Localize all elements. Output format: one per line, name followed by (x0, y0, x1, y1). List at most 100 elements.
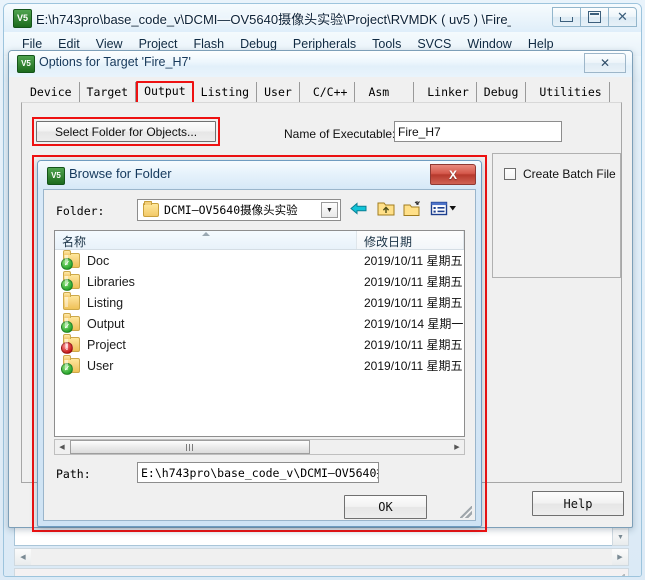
browse-resize-grip-icon (460, 506, 472, 518)
folder-icon: ✓ (61, 355, 80, 375)
table-row[interactable]: ! Project 2019/10/11 星期五 (55, 334, 464, 355)
tab-device[interactable]: Device (23, 82, 80, 103)
svn-conflict-badge-icon: ! (61, 342, 73, 354)
column-header-name[interactable]: 名称 (55, 231, 357, 249)
browse-dialog-titlebar: V5 Browse for Folder X (38, 161, 481, 189)
row-date-cell: 2019/10/11 星期五 (364, 338, 463, 352)
select-folder-for-objects-button[interactable]: Select Folder for Objects... (36, 121, 216, 142)
table-row[interactable]: ✓ Output 2019/10/14 星期一 (55, 313, 464, 334)
up-folder-icon[interactable] (376, 199, 396, 218)
back-arrow-icon[interactable] (349, 199, 369, 218)
chevron-down-icon[interactable]: ▼ (321, 202, 338, 218)
help-label: Help (563, 496, 593, 511)
browse-dialog-title: Browse for Folder (69, 166, 172, 181)
browse-nav-toolbar (349, 199, 458, 218)
listbox-horizontal-scrollbar[interactable]: ◀ ▶ (54, 439, 465, 455)
svn-modified-badge-icon: ✓ (61, 279, 73, 291)
browse-dialog-close-button[interactable]: X (430, 164, 476, 185)
output-options-group: Create Batch File (492, 153, 621, 278)
options-help-button[interactable]: Help (532, 491, 624, 516)
browse-dialog-body: Folder: DCMI—OV5640摄像头实验 ▼ 名称 修改日期 ✓ Doc… (43, 189, 476, 521)
scroll-left-icon[interactable]: ◀ (15, 549, 31, 565)
folder-label: Folder: (56, 204, 105, 218)
scroll-right-icon[interactable]: ▶ (450, 440, 464, 454)
table-row[interactable]: ✓ User 2019/10/11 星期五 (55, 355, 464, 376)
folder-combobox[interactable]: DCMI—OV5640摄像头实验 ▼ (137, 199, 341, 221)
folder-listbox[interactable]: 名称 修改日期 ✓ Doc 2019/10/11 星期五 ✓ Libraries… (54, 230, 465, 437)
scroll-right-icon[interactable]: ▶ (612, 549, 628, 565)
options-dialog-close-button[interactable]: ✕ (584, 53, 626, 73)
folder-icon (143, 201, 159, 217)
scroll-left-icon[interactable]: ◀ (55, 440, 69, 454)
scrollbar-thumb[interactable] (70, 440, 310, 454)
editor-horizontal-scrollbar[interactable]: ◀ ▶ (14, 548, 629, 566)
name-of-executable-input[interactable]: Fire_H7 (394, 121, 562, 142)
close-button[interactable]: ✕ (608, 7, 637, 27)
browse-dialog-highlight: V5 Browse for Folder X Folder: DCMI—OV56… (32, 155, 487, 532)
tab-output[interactable]: Output (136, 81, 194, 104)
name-of-executable-label: Name of Executable: (284, 127, 396, 141)
row-name-cell: ✓ Doc (55, 250, 357, 270)
row-name-cell: ! Project (55, 334, 357, 354)
table-row[interactable]: Listing 2019/10/11 星期五 (55, 292, 464, 313)
sort-ascending-icon (201, 232, 210, 236)
row-date-cell: 2019/10/11 星期五 (364, 359, 463, 373)
tab-target[interactable]: Target (79, 82, 137, 103)
view-mode-icon[interactable] (430, 199, 458, 218)
listbox-header: 名称 修改日期 (55, 231, 464, 250)
column-header-date[interactable]: 修改日期 (357, 231, 464, 249)
folder-name: Output (87, 316, 125, 331)
table-row[interactable]: ✓ Doc 2019/10/11 星期五 (55, 250, 464, 271)
maximize-icon (588, 11, 601, 23)
close-icon: ✕ (617, 9, 628, 25)
folder-combobox-value: DCMI—OV5640摄像头实验 (164, 203, 298, 217)
browse-for-folder-dialog: V5 Browse for Folder X Folder: DCMI—OV56… (37, 160, 482, 527)
tab-linker[interactable]: Linker (420, 82, 477, 103)
path-input[interactable]: E:\h743pro\base_code_v\DCMI—OV5640摄像 (137, 462, 379, 483)
listbox-rows: ✓ Doc 2019/10/11 星期五 ✓ Libraries 2019/10… (55, 250, 464, 436)
close-icon: X (448, 167, 457, 182)
main-window-title: E:\h743pro\base_code_v\DCMI—OV5640摄像头实验\… (36, 12, 511, 27)
folder-icon: ! (61, 334, 80, 354)
row-name-cell: ✓ Libraries (55, 271, 357, 291)
row-date-cell: 2019/10/11 星期五 (364, 296, 463, 310)
status-bar (14, 568, 629, 576)
tab-user[interactable]: User (257, 82, 300, 103)
options-dialog-icon: V5 (17, 55, 35, 73)
path-label: Path: (56, 467, 91, 481)
folder-name: Listing (87, 295, 124, 310)
browse-dialog-icon: V5 (47, 167, 65, 185)
close-icon: ✕ (599, 56, 611, 70)
tab-c-cpp[interactable]: C/C++ (305, 82, 356, 103)
column-header-date-label: 修改日期 (364, 235, 413, 249)
options-dialog-title: Options for Target 'Fire_H7' (39, 55, 191, 69)
table-row[interactable]: ✓ Libraries 2019/10/11 星期五 (55, 271, 464, 292)
tab-debug[interactable]: Debug (476, 82, 527, 103)
row-name-cell: ✓ User (55, 355, 357, 375)
browse-ok-button[interactable]: OK (344, 495, 427, 519)
tab-utilities[interactable]: Utilities (532, 82, 610, 103)
tab-asm[interactable]: Asm (361, 82, 415, 103)
create-batch-file-label: Create Batch File (523, 167, 616, 181)
folder-name: Project (87, 337, 126, 352)
tab-listing[interactable]: Listing (193, 82, 258, 103)
new-folder-icon[interactable] (403, 199, 423, 218)
column-header-name-label: 名称 (62, 235, 87, 249)
resize-grip-icon (614, 574, 625, 576)
folder-icon: ✓ (61, 271, 80, 291)
folder-name: Doc (87, 253, 110, 268)
folder-name: User (87, 358, 114, 373)
maximize-button[interactable] (580, 7, 609, 27)
scroll-down-icon[interactable]: ▼ (613, 530, 628, 545)
select-folder-label: Select Folder for Objects... (54, 124, 198, 139)
svn-modified-badge-icon: ✓ (61, 258, 73, 270)
main-window-titlebar: V5 E:\h743pro\base_code_v\DCMI—OV5640摄像头… (4, 4, 641, 32)
svn-modified-badge-icon: ✓ (61, 321, 73, 333)
keil-app-icon: V5 (13, 9, 32, 28)
folder-icon (63, 292, 80, 310)
row-name-cell: ✓ Output (55, 313, 357, 333)
ok-label: OK (378, 500, 393, 514)
create-batch-file-checkbox[interactable] (504, 168, 516, 180)
window-controls: ✕ (552, 7, 637, 27)
minimize-button[interactable] (552, 7, 581, 27)
